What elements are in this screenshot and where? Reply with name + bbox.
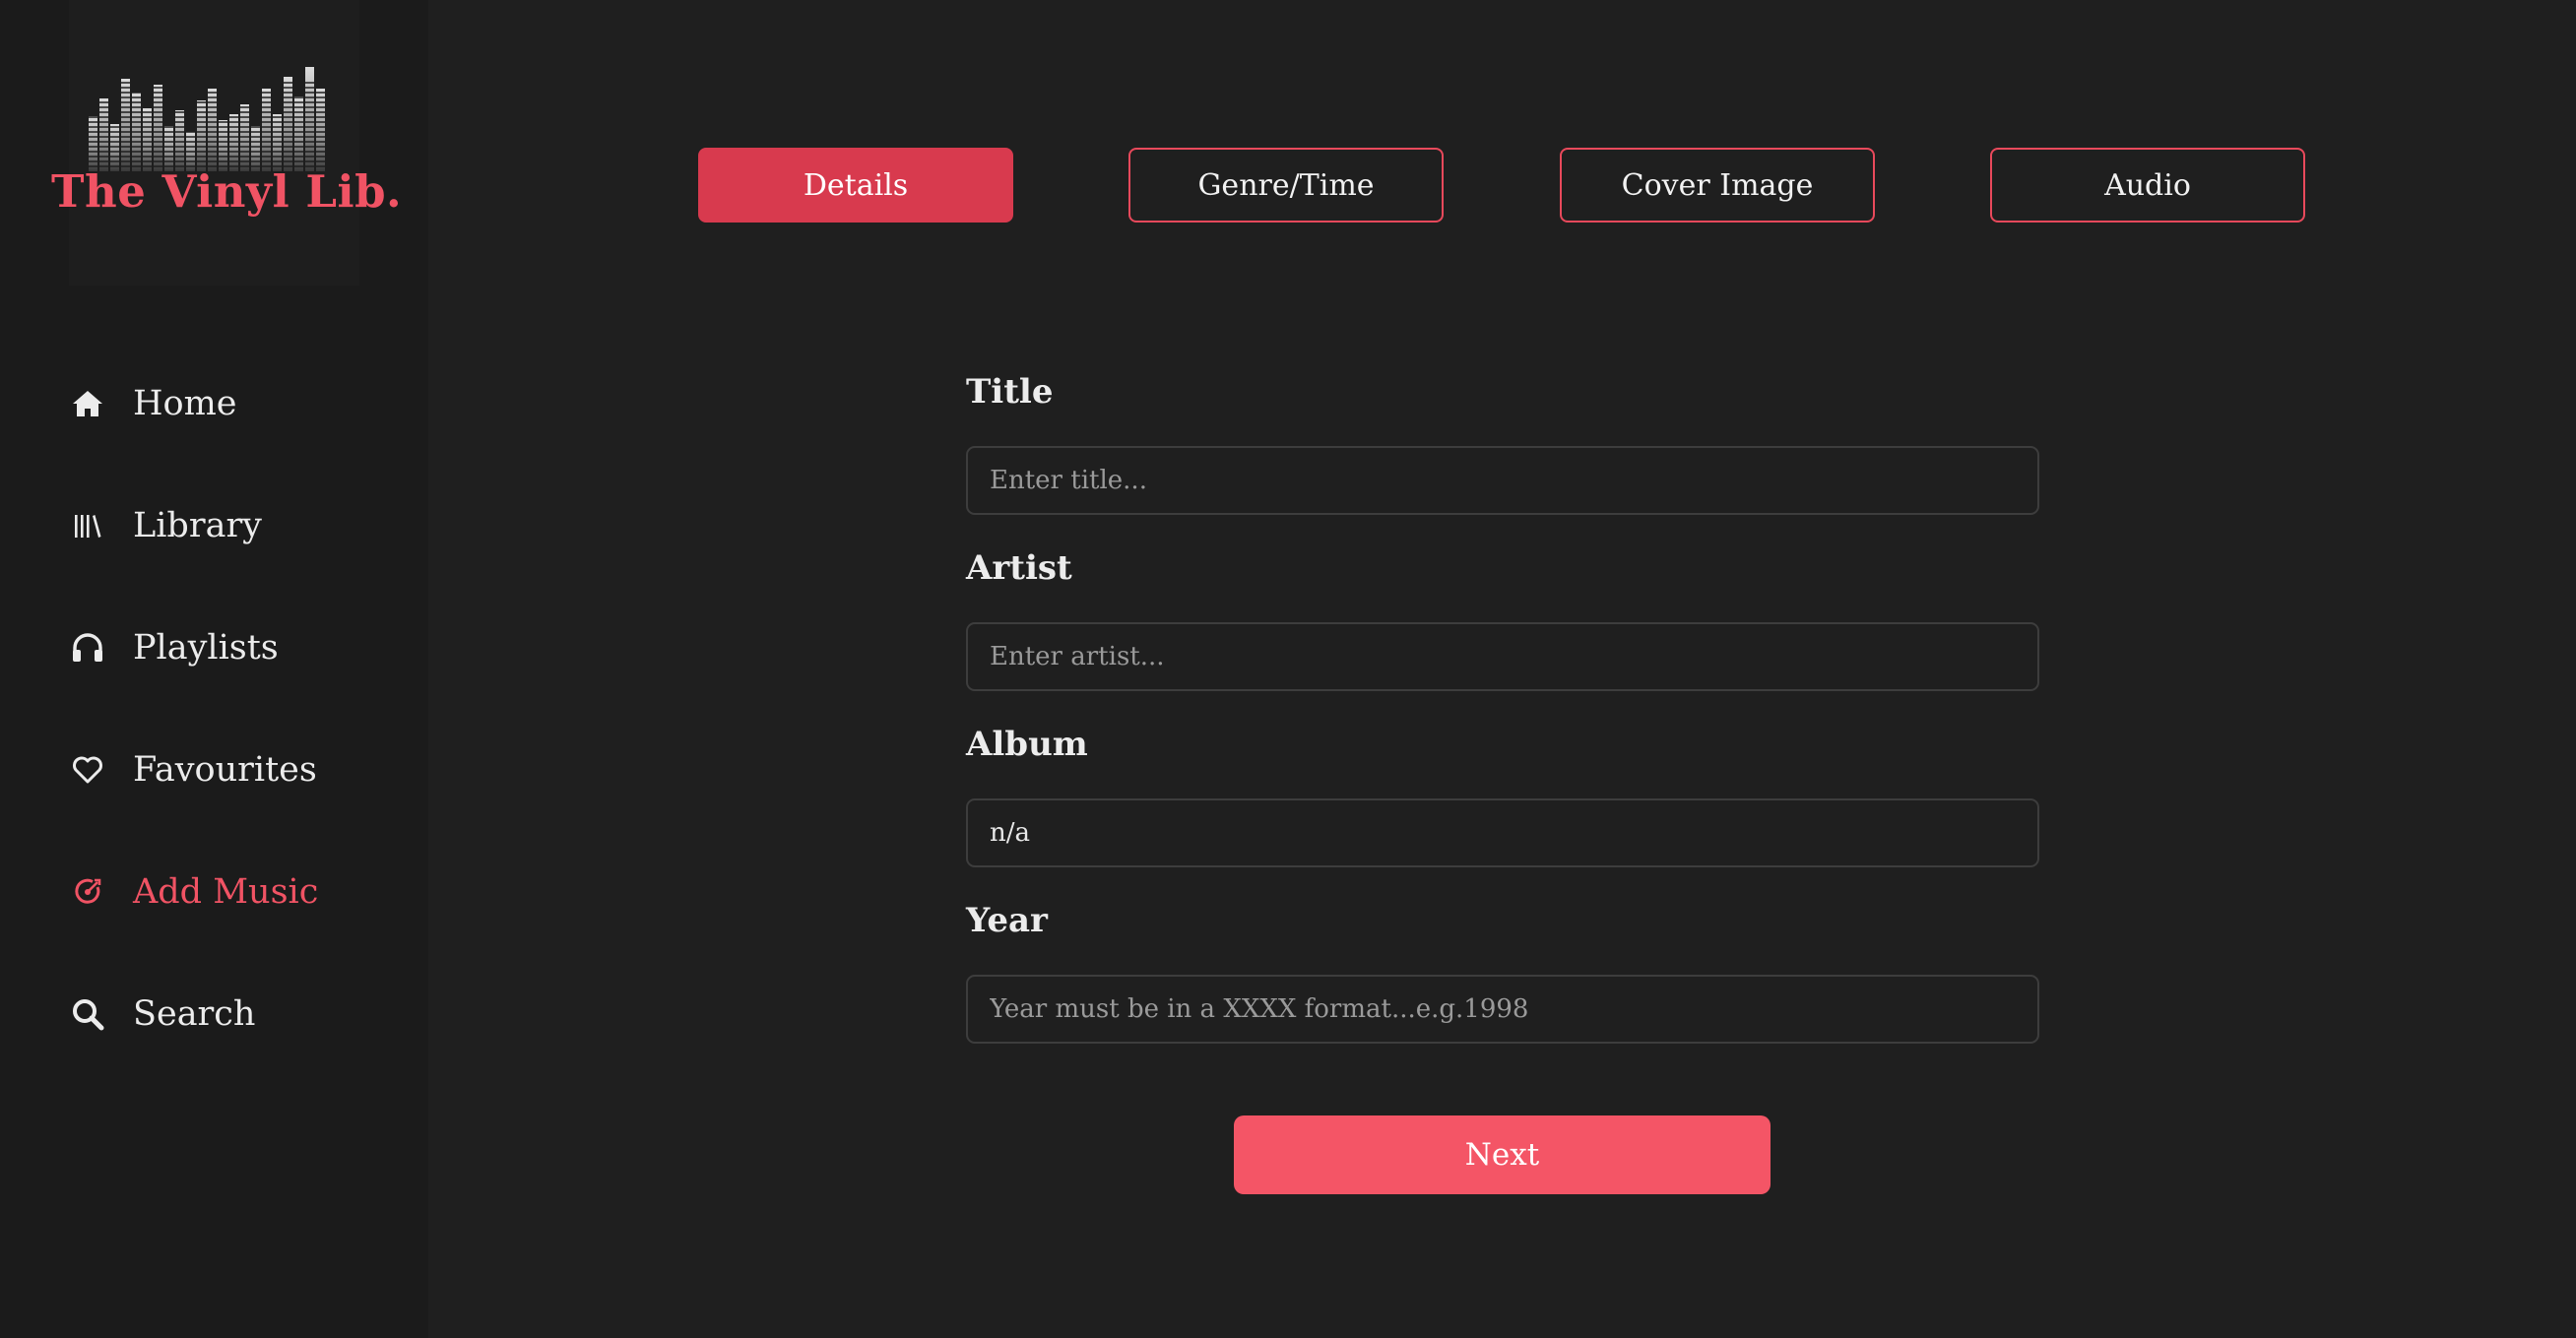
sidebar-item-library[interactable]: Library — [69, 496, 262, 555]
sidebar: The Vinyl Lib. Home Library Playlists Fa… — [0, 0, 428, 1338]
sidebar-item-label: Add Music — [133, 872, 319, 912]
equalizer-logo-icon — [87, 67, 343, 171]
headphones-icon — [69, 629, 106, 667]
sidebar-item-label: Search — [133, 994, 256, 1034]
sidebar-item-label: Library — [133, 506, 262, 545]
year-label: Year — [966, 901, 1048, 940]
sidebar-item-label: Home — [133, 384, 237, 423]
artist-input[interactable] — [966, 622, 2039, 691]
sidebar-item-home[interactable]: Home — [69, 374, 237, 433]
tab-cover-image[interactable]: Cover Image — [1560, 148, 1875, 223]
library-icon — [69, 507, 106, 544]
add-music-icon — [69, 873, 106, 911]
artist-label: Artist — [966, 548, 1072, 588]
title-label: Title — [966, 372, 1054, 412]
next-button[interactable]: Next — [1234, 1115, 1771, 1194]
album-input[interactable] — [966, 798, 2039, 867]
sidebar-item-label: Favourites — [133, 750, 317, 790]
heart-icon — [69, 751, 106, 789]
sidebar-item-add-music[interactable]: Add Music — [69, 862, 318, 922]
logo[interactable]: The Vinyl Lib. — [51, 0, 402, 286]
logo-text: The Vinyl Lib. — [51, 165, 403, 218]
home-icon — [69, 385, 106, 422]
tab-details[interactable]: Details — [698, 148, 1013, 223]
sidebar-item-label: Playlists — [133, 628, 279, 668]
album-label: Album — [966, 725, 1088, 764]
sidebar-item-favourites[interactable]: Favourites — [69, 740, 317, 799]
title-input[interactable] — [966, 446, 2039, 515]
year-input[interactable] — [966, 975, 2039, 1044]
tab-genre-time[interactable]: Genre/Time — [1128, 148, 1444, 223]
sidebar-item-playlists[interactable]: Playlists — [69, 618, 279, 677]
search-icon — [69, 995, 106, 1033]
tab-audio[interactable]: Audio — [1990, 148, 2305, 223]
sidebar-item-search[interactable]: Search — [69, 985, 255, 1044]
